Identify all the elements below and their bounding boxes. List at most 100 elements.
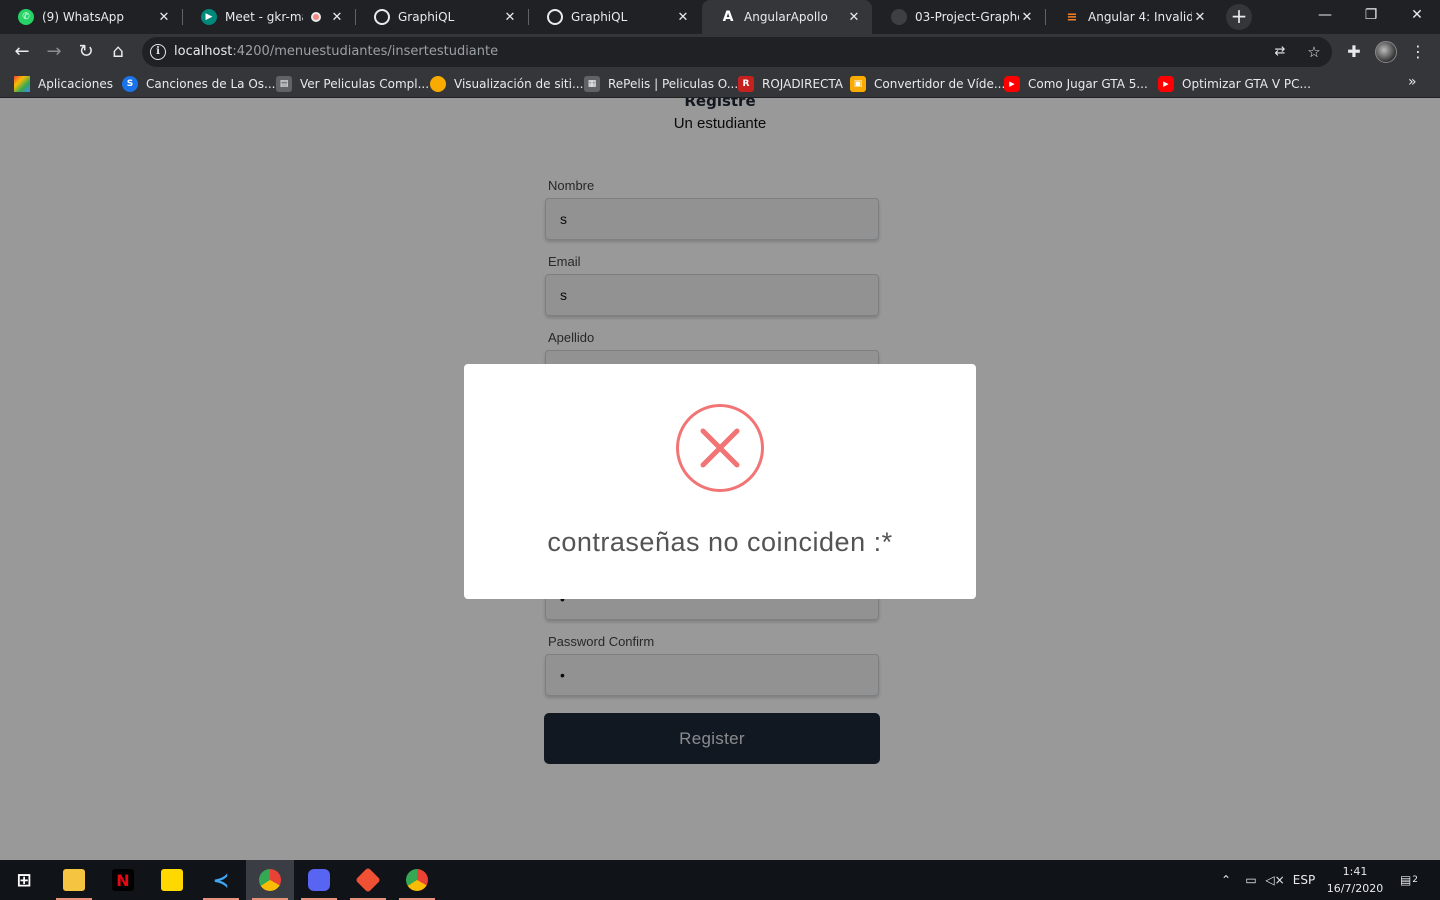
taskbar-netflix[interactable]: N — [99, 860, 147, 900]
tab-title: AngularApollo — [744, 10, 828, 24]
tab-title: GraphiQL — [571, 10, 628, 24]
menu-dots-icon[interactable]: ⋮ — [1406, 40, 1430, 64]
chrome-icon — [259, 869, 281, 891]
bookmark-item[interactable]: S Canciones de La Os... — [122, 75, 275, 93]
tab-graphiql-2[interactable]: GraphiQL ✕ — [529, 0, 701, 34]
windows-taskbar: ⊞ N ≺ ⌃ ▭ ◁× ESP 1:41 16/7/2020 ▤ 2 — [0, 860, 1440, 900]
globe-icon — [547, 9, 563, 25]
start-button[interactable]: ⊞ — [0, 860, 48, 900]
close-icon[interactable]: ✕ — [156, 10, 172, 25]
site-icon — [430, 76, 446, 92]
bookmark-label: Aplicaciones — [38, 77, 113, 91]
bookmark-label: Como Jugar GTA 5... — [1028, 77, 1148, 91]
taskbar-vscode[interactable]: ≺ — [197, 860, 245, 900]
bookmark-item[interactable]: ▤ Ver Peliculas Compl... — [276, 75, 429, 93]
clock[interactable]: 1:41 16/7/2020 — [1322, 863, 1388, 897]
bookmark-item[interactable]: Aplicaciones — [14, 75, 113, 93]
tab-stackoverflow[interactable]: ≡ Angular 4: InvalidPip ✕ — [1046, 0, 1218, 34]
tab-meet[interactable]: ▶ Meet - gkr-math ✕ — [183, 0, 355, 34]
git-icon — [355, 867, 381, 893]
netflix-icon: N — [112, 869, 134, 891]
bookmark-label: Ver Peliculas Compl... — [300, 77, 430, 91]
profile-avatar[interactable] — [1375, 41, 1397, 63]
close-window-button[interactable]: ✕ — [1394, 0, 1440, 32]
taskbar-chrome[interactable] — [393, 860, 441, 900]
stackoverflow-icon: ≡ — [1066, 9, 1078, 25]
youtube-icon: ▶ — [1158, 76, 1174, 92]
tab-title: 03-Project-Graphql- — [915, 10, 1019, 24]
site-icon: R — [738, 76, 754, 92]
film-icon: ▤ — [276, 76, 292, 92]
tab-whatsapp[interactable]: ✆ (9) WhatsApp ✕ — [0, 0, 182, 34]
taskbar-git[interactable] — [344, 860, 392, 900]
bookmark-label: RePelis | Peliculas O... — [608, 77, 739, 91]
bookmark-star-icon[interactable]: ☆ — [1304, 42, 1324, 62]
notification-count: 2 — [1412, 875, 1419, 885]
taskbar-discord[interactable] — [295, 860, 343, 900]
taskbar-file-explorer[interactable] — [50, 860, 98, 900]
bookmark-item[interactable]: ▶ Como Jugar GTA 5... — [1004, 75, 1148, 93]
bookmark-label: Convertidor de Víde... — [874, 77, 1006, 91]
bookmark-label: Optimizar GTA V PC... — [1182, 77, 1311, 91]
restore-button[interactable]: ❐ — [1348, 0, 1394, 32]
close-icon[interactable]: ✕ — [1019, 10, 1035, 25]
close-icon[interactable]: ✕ — [1192, 10, 1208, 25]
tab-angularapollo[interactable]: A AngularApollo ✕ — [702, 0, 872, 34]
error-dialog: contraseñas no coinciden :* — [464, 364, 976, 599]
notifications-button[interactable]: ▤ 2 — [1394, 860, 1424, 900]
network-icon[interactable]: ▭ — [1240, 860, 1262, 900]
globe-icon — [374, 9, 390, 25]
forward-button[interactable]: → — [40, 38, 68, 66]
close-icon[interactable]: ✕ — [846, 10, 862, 25]
tab-graphiql-1[interactable]: GraphiQL ✕ — [356, 0, 528, 34]
site-icon: ▣ — [850, 76, 866, 92]
discord-icon — [308, 869, 330, 891]
taskbar-sticky-notes[interactable] — [148, 860, 196, 900]
close-icon[interactable]: ✕ — [329, 10, 345, 25]
url-path: :4200/menuestudiantes/insertestudiante — [232, 44, 499, 59]
youtube-icon: ▶ — [1004, 76, 1020, 92]
taskbar-chrome-profile[interactable] — [246, 860, 294, 900]
windows-logo-icon: ⊞ — [16, 869, 32, 891]
apps-grid-icon — [14, 76, 30, 92]
home-button[interactable]: ⌂ — [104, 38, 132, 66]
tab-title: GraphiQL — [398, 10, 455, 24]
reload-button[interactable]: ↻ — [72, 38, 100, 66]
url-host: localhost — [174, 44, 233, 59]
error-message: contraseñas no coinciden :* — [547, 527, 893, 557]
volume-muted-icon[interactable]: ◁× — [1264, 860, 1286, 900]
extensions-icon[interactable]: ✚ — [1342, 40, 1366, 64]
site-icon: S — [122, 76, 138, 92]
tab-title: Angular 4: InvalidPip — [1088, 10, 1192, 24]
bookmark-item[interactable]: ▣ Convertidor de Víde... — [850, 75, 1005, 93]
back-button[interactable]: ← — [8, 38, 36, 66]
google-meet-icon: ▶ — [201, 9, 217, 25]
chrome-icon — [406, 869, 428, 891]
bookmark-item[interactable]: ▶ Optimizar GTA V PC... — [1158, 75, 1311, 93]
bookmark-item[interactable]: Visualización de siti... — [430, 75, 583, 93]
tab-title: (9) WhatsApp — [42, 10, 125, 24]
bookmark-item[interactable]: ▦ RePelis | Peliculas O... — [584, 75, 738, 93]
bookmark-label: Visualización de siti... — [454, 77, 584, 91]
chevron-double-right-icon[interactable]: » — [1408, 74, 1417, 90]
whatsapp-icon: ✆ — [18, 9, 34, 25]
browser-toolbar: ← → ↻ ⌂ i localhost:4200/menuestudiantes… — [0, 34, 1440, 70]
bookmark-item[interactable]: R ROJADIRECTA — [738, 75, 843, 93]
sticky-notes-icon — [161, 869, 183, 891]
chevron-up-icon[interactable]: ⌃ — [1216, 860, 1236, 900]
clock-time: 1:41 — [1342, 865, 1368, 878]
info-icon[interactable]: i — [150, 44, 166, 60]
minimize-button[interactable]: — — [1302, 0, 1348, 32]
address-url[interactable]: localhost:4200/menuestudiantes/insertest… — [174, 44, 498, 59]
error-x-icon — [676, 404, 764, 492]
tab-github[interactable]: 03-Project-Graphql- ✕ — [873, 0, 1045, 34]
close-icon[interactable]: ✕ — [502, 10, 518, 25]
new-tab-button[interactable]: + — [1226, 4, 1252, 30]
github-icon — [891, 9, 907, 25]
language-indicator[interactable]: ESP — [1290, 860, 1318, 900]
notification-icon: ▤ — [1399, 873, 1412, 887]
recording-icon — [311, 12, 321, 22]
address-bar[interactable]: i localhost:4200/menuestudiantes/inserte… — [142, 37, 1332, 67]
translate-icon[interactable]: ⇄ — [1270, 42, 1290, 62]
close-icon[interactable]: ✕ — [675, 10, 691, 25]
